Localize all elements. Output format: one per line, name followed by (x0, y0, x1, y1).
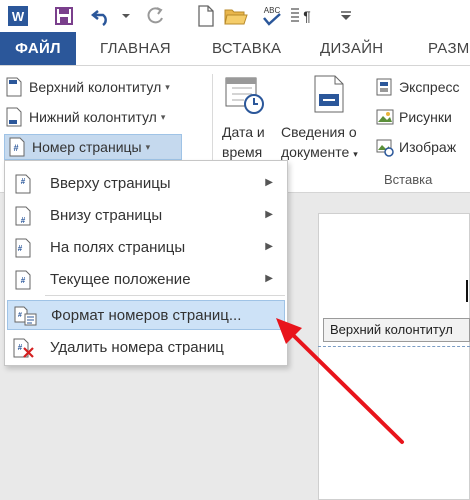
annotation-arrow (276, 318, 404, 444)
